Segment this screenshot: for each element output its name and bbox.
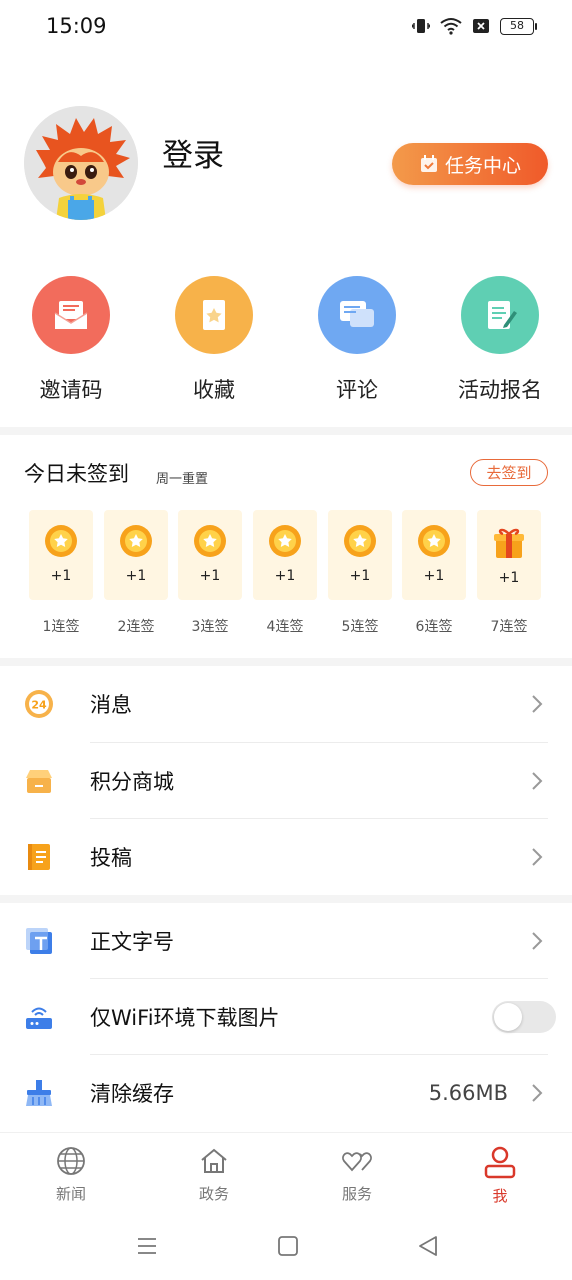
- gift-box-icon: [494, 528, 524, 558]
- signin-day: +1 7连签: [477, 510, 541, 636]
- tab-me[interactable]: 我: [455, 1145, 545, 1206]
- form-pen-icon: [461, 276, 539, 354]
- menu-item-messages[interactable]: 24 消息: [0, 666, 572, 742]
- signin-button[interactable]: 去签到: [470, 459, 548, 486]
- shortcut-label: 评论: [336, 378, 378, 402]
- section-divider: [0, 658, 572, 666]
- tab-services[interactable]: 服务: [312, 1145, 402, 1204]
- calendar-check-icon: [420, 155, 437, 172]
- shortcut-label: 收藏: [193, 378, 235, 402]
- shortcut-label: 邀请码: [39, 378, 103, 402]
- user-icon: [484, 1146, 516, 1179]
- menu-label: 清除缓存: [90, 1082, 174, 1106]
- menu-icon[interactable]: [135, 1234, 159, 1258]
- profile-header: 登录 任务中心: [24, 106, 548, 222]
- text-size-icon: [24, 926, 54, 956]
- svg-text:24: 24: [31, 699, 47, 712]
- home-icon: [201, 1148, 227, 1173]
- section-divider: [0, 427, 572, 435]
- signin-day: +1 2连签: [104, 510, 168, 636]
- menu-item-wifi-only-images: 仅WiFi环境下载图片: [0, 979, 572, 1055]
- section-divider: [0, 895, 572, 903]
- globe-icon: [57, 1147, 85, 1175]
- sim-off-icon: [473, 19, 489, 33]
- chevron-right-icon: [532, 772, 543, 790]
- hearts-icon: [342, 1152, 372, 1172]
- broom-icon: [24, 1078, 54, 1108]
- menu-item-points-mall[interactable]: 积分商城: [0, 743, 572, 819]
- menu-label: 积分商城: [90, 770, 174, 794]
- shortcut-label: 活动报名: [458, 378, 542, 402]
- shortcut-comments[interactable]: 评论: [297, 276, 417, 404]
- login-link[interactable]: 登录: [162, 130, 224, 175]
- bookmark-star-icon: [175, 276, 253, 354]
- signin-day: +1 1连签: [29, 510, 93, 636]
- signin-day: +1 5连签: [328, 510, 392, 636]
- badge-24-icon: 24: [24, 689, 54, 719]
- notebook-icon: [24, 842, 54, 872]
- menu-label: 消息: [90, 693, 132, 717]
- wifi-only-toggle[interactable]: [492, 1001, 556, 1033]
- system-nav-bar: [0, 1216, 572, 1280]
- back-icon[interactable]: [416, 1234, 440, 1258]
- home-square-icon[interactable]: [276, 1234, 300, 1258]
- menu-label: 正文字号: [90, 930, 174, 954]
- shortcut-favorites[interactable]: 收藏: [154, 276, 274, 404]
- gold-coin-icon: [269, 525, 301, 557]
- bottom-tab-bar: 新闻 政务 服务 我: [0, 1132, 572, 1216]
- shortcut-row: 邀请码 收藏 评论 活动报名: [0, 276, 572, 406]
- shop-icon: [24, 766, 54, 796]
- chevron-right-icon: [532, 848, 543, 866]
- signin-section: 今日未签到 周一重置 去签到 +1 1连签 +1 2连签 +1 3连签 +1 4…: [0, 436, 572, 658]
- signin-reset-note: 周一重置: [156, 472, 209, 487]
- battery-indicator: 58: [500, 17, 537, 35]
- menu-item-font-size[interactable]: 正文字号: [0, 903, 572, 979]
- vibrate-icon: [412, 19, 430, 33]
- wifi-icon: [440, 18, 462, 35]
- wifi-router-icon: [24, 1002, 54, 1032]
- signin-day: +1 4连签: [253, 510, 317, 636]
- gold-coin-icon: [194, 525, 226, 557]
- signin-day: +1 6连签: [402, 510, 466, 636]
- chevron-right-icon: [532, 932, 543, 950]
- task-center-label: 任务中心: [444, 154, 521, 177]
- lion-mascot-icon: [24, 106, 138, 220]
- menu-label: 投稿: [90, 846, 132, 870]
- status-time: 15:09: [46, 14, 107, 38]
- tab-news[interactable]: 新闻: [26, 1145, 116, 1204]
- task-center-button[interactable]: 任务中心: [392, 143, 548, 185]
- signin-day: +1 3连签: [178, 510, 242, 636]
- chevron-right-icon: [532, 1084, 543, 1102]
- gold-coin-icon: [45, 525, 77, 557]
- gold-coin-icon: [120, 525, 152, 557]
- gold-coin-icon: [418, 525, 450, 557]
- shortcut-event-signup[interactable]: 活动报名: [440, 276, 560, 404]
- shortcut-invite-code[interactable]: 邀请码: [11, 276, 131, 404]
- menu-item-submission[interactable]: 投稿: [0, 819, 572, 895]
- status-bar: 15:09 58: [0, 0, 572, 52]
- menu-item-clear-cache[interactable]: 清除缓存 5.66MB: [0, 1055, 572, 1131]
- cache-size-value: 5.66MB: [428, 1081, 508, 1105]
- chevron-right-icon: [532, 695, 543, 713]
- gold-coin-icon: [344, 525, 376, 557]
- menu-label: 仅WiFi环境下载图片: [90, 1006, 280, 1030]
- envelope-icon: [32, 276, 110, 354]
- signin-status-title: 今日未签到: [24, 462, 129, 486]
- tab-government[interactable]: 政务: [169, 1145, 259, 1204]
- chat-bubbles-icon: [318, 276, 396, 354]
- avatar[interactable]: [24, 106, 138, 220]
